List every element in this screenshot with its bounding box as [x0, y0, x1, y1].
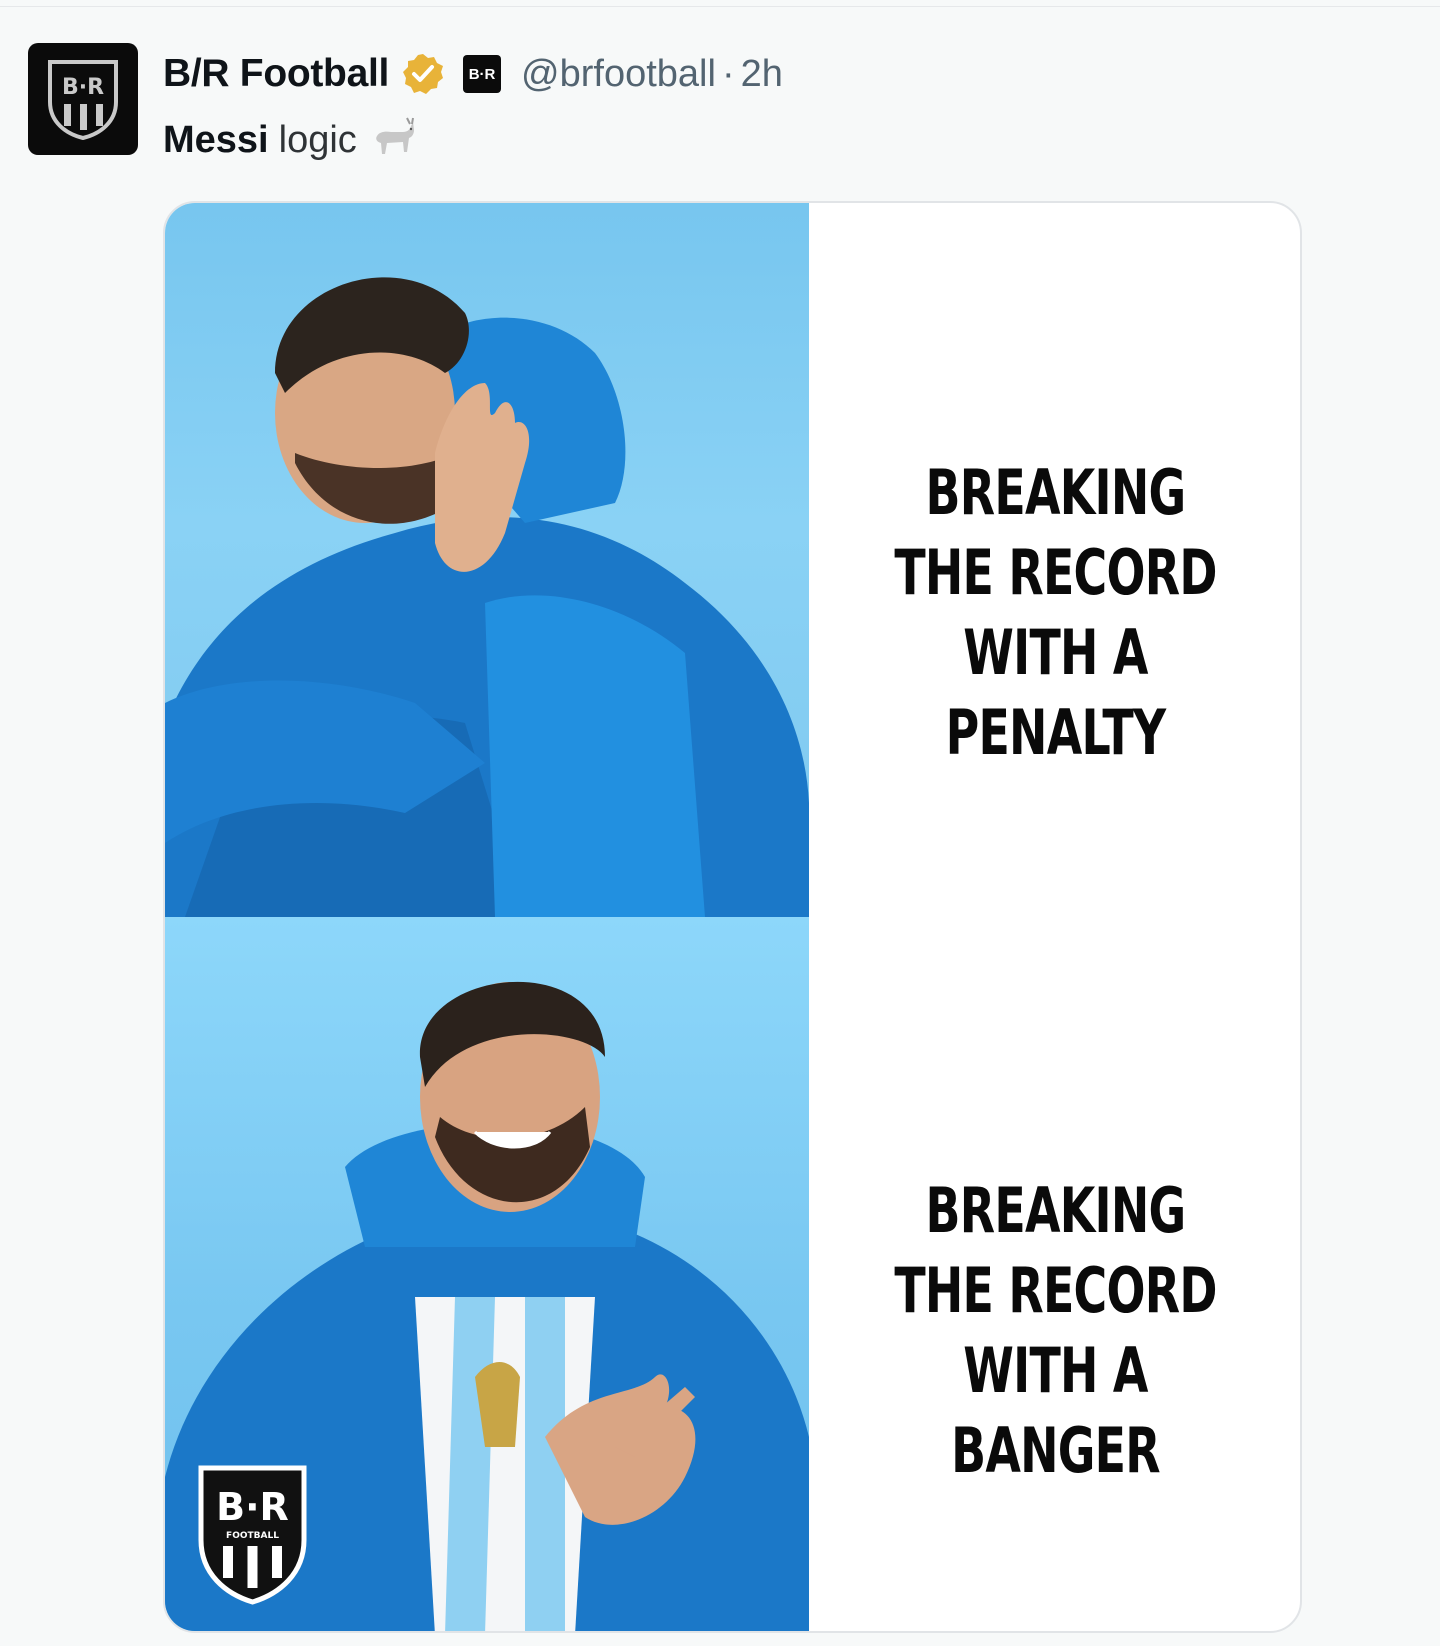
meme-caption-top: BREAKING THE RECORD WITH A PENALTY [894, 456, 1217, 769]
svg-text:B·R: B·R [62, 75, 104, 100]
man-rejecting-illustration [165, 277, 809, 917]
timestamp[interactable]: 2h [741, 53, 783, 96]
top-divider [0, 6, 1440, 7]
tweet-text-rest: logic [278, 118, 357, 161]
verified-badge-icon[interactable] [401, 52, 445, 96]
meme-panel-top [165, 203, 809, 917]
tweet-text-bold: Messi [163, 118, 269, 161]
affiliate-badge[interactable]: B·R [463, 55, 502, 93]
tweet-header: B/R Football B·R @brfootball · 2h [163, 46, 783, 102]
author-handle[interactable]: @brfootball [521, 53, 716, 96]
tweet-media[interactable]: B·R FOOTBALL BREAKING THE RECORD WITH A … [163, 201, 1302, 1633]
goat-icon [367, 116, 417, 164]
avatar[interactable]: B·R [28, 43, 138, 155]
br-shield-icon: B·R [48, 60, 118, 140]
tweet-text: Messi logic [163, 112, 417, 168]
author-name[interactable]: B/R Football [163, 52, 389, 96]
br-football-watermark: B·R FOOTBALL [195, 1462, 310, 1607]
svg-text:FOOTBALL: FOOTBALL [226, 1531, 279, 1541]
meme-panel-bottom: B·R FOOTBALL [165, 917, 809, 1631]
meme-caption-bottom: BREAKING THE RECORD WITH A BANGER [894, 1174, 1217, 1487]
svg-text:B·R: B·R [216, 1485, 289, 1529]
tweet[interactable]: B·R B/R Football B·R @brfootball · 2h Me… [0, 0, 1440, 1646]
header-separator: · [721, 52, 735, 95]
